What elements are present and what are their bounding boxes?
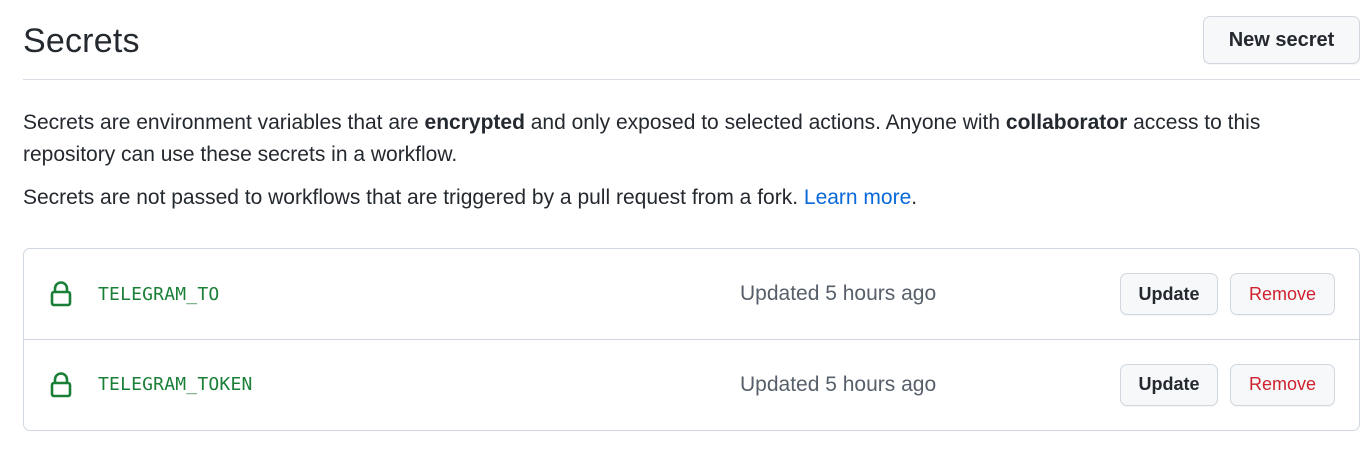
fork-notice-period: . (911, 186, 918, 209)
secrets-description: Secrets are environment variables that a… (23, 107, 1353, 171)
secret-row: TELEGRAM_TOKEN Updated 5 hours ago Updat… (24, 339, 1359, 429)
secret-updated-time: Updated 5 hours ago (740, 372, 937, 396)
secrets-page: Secrets New secret Secrets are environme… (0, 0, 1370, 462)
description-emphasis-collaborator: collaborator (1005, 111, 1128, 134)
secret-row: TELEGRAM_TO Updated 5 hours ago Update R… (24, 249, 1359, 339)
new-secret-button[interactable]: New secret (1203, 16, 1360, 64)
lock-icon (50, 371, 72, 397)
lock-icon (50, 281, 72, 307)
description-text: Secrets are environment variables that a… (23, 111, 425, 134)
fork-notice: Secrets are not passed to workflows that… (23, 182, 1353, 214)
description-emphasis-encrypted: encrypted (424, 111, 525, 134)
secret-name: TELEGRAM_TOKEN (98, 374, 253, 395)
learn-more-link[interactable]: Learn more (804, 186, 911, 209)
page-header: Secrets New secret (23, 0, 1360, 80)
remove-secret-button[interactable]: Remove (1230, 363, 1335, 406)
page-title: Secrets (23, 22, 140, 60)
update-secret-button[interactable]: Update (1120, 363, 1218, 406)
description-text: and only exposed to selected actions. An… (524, 111, 1006, 134)
fork-notice-text: Secrets are not passed to workflows that… (23, 186, 804, 209)
update-secret-button[interactable]: Update (1120, 273, 1218, 315)
secrets-list: TELEGRAM_TO Updated 5 hours ago Update R… (23, 248, 1360, 431)
secret-updated-time: Updated 5 hours ago (740, 282, 937, 305)
remove-secret-button[interactable]: Remove (1230, 273, 1335, 315)
secret-name: TELEGRAM_TO (98, 283, 220, 305)
